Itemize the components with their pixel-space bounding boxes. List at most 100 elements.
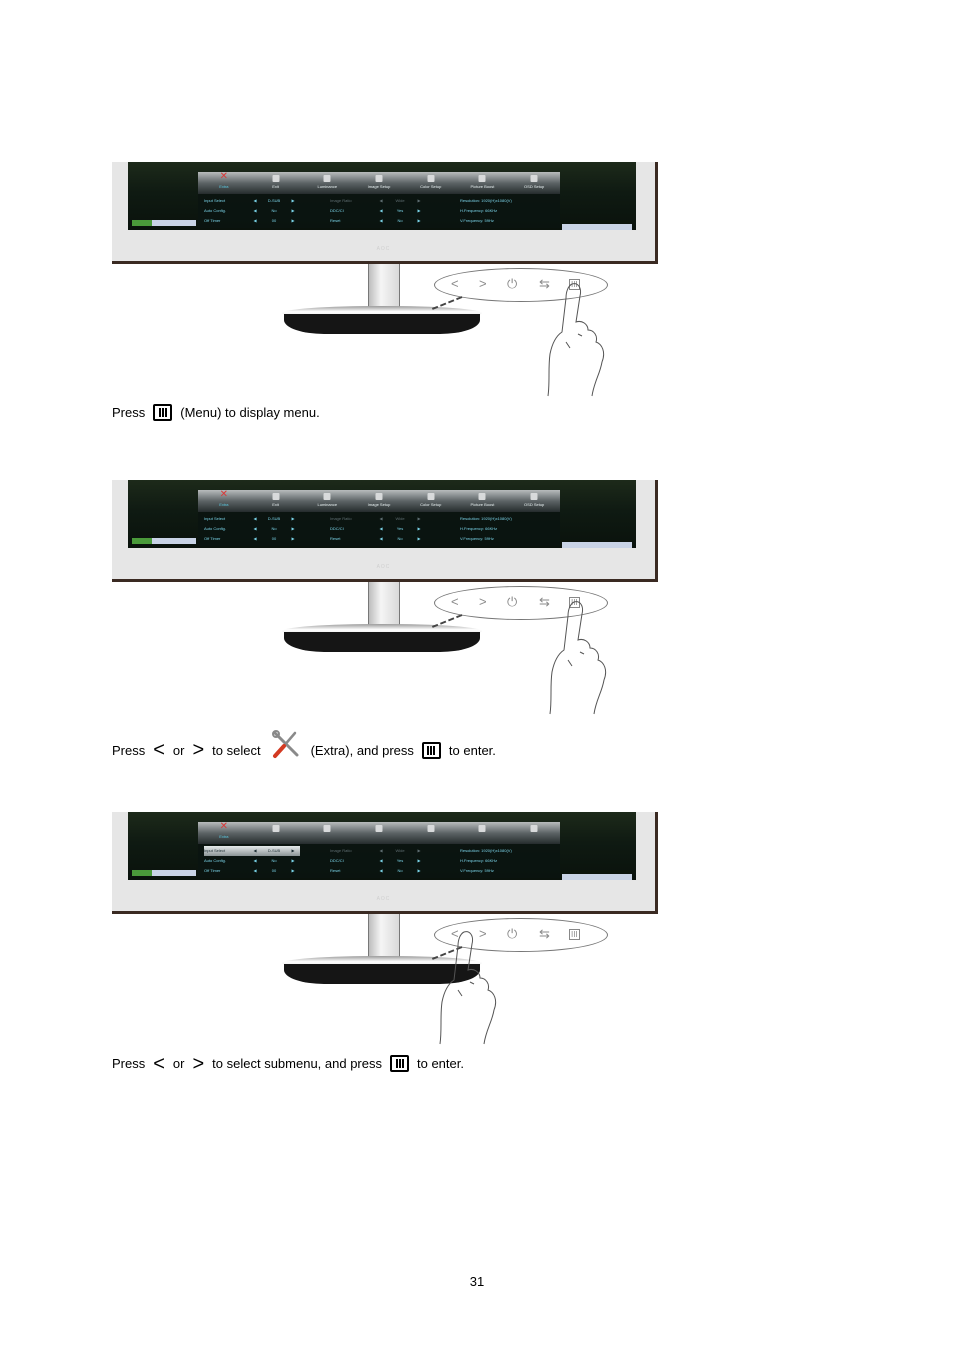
- extra-tools-icon: [271, 729, 301, 759]
- luminance-icon: [323, 825, 331, 832]
- osd-tab-exit: [250, 822, 302, 844]
- osd-row-ddc-ci: DDC/CI ◀ Yes ▶: [330, 858, 421, 863]
- color-setup-icon: [427, 175, 435, 182]
- step3-caption: Press < or > to select submenu, and pres…: [112, 1052, 464, 1075]
- osd-row-image-ratio: Image Ratio ◀ Wide ▶: [330, 848, 421, 853]
- osd-middle-column: Image Ratio ◀ Wide ▶ DDC/CI ◀ Yes ▶ Reset ◀ No ▶: [330, 196, 426, 228]
- source-button[interactable]: ⇆: [539, 926, 550, 942]
- chevron-right-icon: >: [192, 1052, 205, 1075]
- picture-boost-icon: [478, 493, 486, 500]
- osd-info-v-frequency: V.Frequency: 59Hz: [460, 868, 494, 873]
- osd-tab-picture-boost: [457, 822, 509, 844]
- image-setup-icon: [375, 825, 383, 832]
- osd-settings: Input Select ◀ D-SUB ▶ Auto Config. ◀ No ▶ Off…: [198, 514, 560, 546]
- right-button[interactable]: >: [479, 594, 487, 610]
- osd-row-ddc-ci: DDC/CI ◀ Yes ▶: [330, 208, 421, 213]
- osd-row-auto-config: Auto Config. ◀ No ▶: [204, 526, 295, 531]
- monitor-screen: ✕ Extra Input Select ◀ D-SUB ▶ Auto Config. ◀…: [128, 812, 636, 880]
- osd-row-off-timer: Off Timer ◀ 00 ▶: [204, 536, 295, 541]
- monitor-figure-2: ✕ Extra Exit Luminance Image Setup Color …: [112, 480, 658, 720]
- osd-tab-osd-setup: OSD Setup: [508, 172, 560, 194]
- osd-tab-luminance: Luminance: [301, 490, 353, 512]
- step2-caption: Press < or > to select (Extra), and pres…: [112, 730, 496, 765]
- step1-caption: Press (Menu) to display menu.: [112, 404, 320, 421]
- monitor-base: [284, 632, 480, 652]
- image-setup-icon: [375, 493, 383, 500]
- monitor-bezel: ✕ Extra Exit Luminance Image Setup Color …: [112, 480, 658, 582]
- picture-boost-icon: [478, 175, 486, 182]
- osd-info-resolution: Resolution: 1920(H)x1080(V): [460, 198, 512, 203]
- osd-row-reset: Reset ◀ No ▶: [330, 868, 421, 873]
- monitor-screen: ✕ Extra Exit Luminance Image Setup Color …: [128, 162, 636, 230]
- osd-tab-exit: Exit: [250, 172, 302, 194]
- menu-button-icon: [153, 404, 173, 421]
- start-button: [132, 538, 152, 544]
- chevron-right-icon: >: [192, 739, 205, 761]
- osd-row-input-select: Input Select ◀ D-SUB ▶: [204, 516, 295, 521]
- image-setup-icon: [375, 175, 383, 182]
- osd-info-resolution: Resolution: 1920(H)x1080(V): [460, 848, 512, 853]
- start-button: [132, 220, 152, 226]
- osd-setup-icon: [530, 825, 538, 832]
- osd-tab-image-setup: [353, 822, 405, 844]
- monitor-figure-1: ✕ Extra Exit Luminance Image Setup Color …: [112, 162, 658, 402]
- osd-tab-extra: ✕ Extra: [219, 489, 229, 508]
- exit-icon: [272, 825, 280, 832]
- menu-button[interactable]: III: [569, 929, 580, 940]
- color-setup-icon: [427, 825, 435, 832]
- osd-row-off-timer: Off Timer ◀ 00 ▶: [204, 868, 295, 873]
- osd-tab-osd-setup: [508, 822, 560, 844]
- exit-icon: [272, 493, 280, 500]
- osd-tab-exit: Exit: [250, 490, 302, 512]
- osd-info-column: Resolution: 1920(H)x1080(V) H.Frequency:…: [460, 846, 512, 878]
- osd-info-v-frequency: V.Frequency: 59Hz: [460, 536, 494, 541]
- page-number: 31: [469, 1274, 485, 1289]
- osd-setup-icon: [530, 175, 538, 182]
- osd-menu: ✕ Extra Exit Luminance Image Setup Color …: [198, 490, 560, 546]
- luminance-icon: [323, 175, 331, 182]
- osd-info-h-frequency: H.Frequency: 66KHz: [460, 858, 498, 863]
- left-button[interactable]: <: [451, 594, 459, 610]
- monitor-neck: [368, 914, 400, 962]
- osd-settings: Input Select ◀ D-SUB ▶ Auto Config. ◀ No ▶ Off…: [198, 846, 560, 878]
- osd-row-auto-config: Auto Config. ◀ No ▶: [204, 208, 295, 213]
- osd-menu: ✕ Extra Input Select ◀ D-SUB ▶ Auto Config. ◀…: [198, 822, 560, 878]
- osd-tab-color-setup: [405, 822, 457, 844]
- luminance-icon: [323, 493, 331, 500]
- menu-button-icon: [421, 741, 441, 759]
- osd-row-image-ratio: Image Ratio ◀ Wide ▶: [330, 516, 421, 521]
- osd-tab-bar: ✕ Extra: [198, 822, 560, 844]
- monitor-neck: [368, 582, 400, 630]
- pointing-hand-icon: [544, 600, 614, 715]
- extra-icon: ✕: [219, 821, 229, 832]
- osd-left-column: Input Select ◀ D-SUB ▶ Auto Config. ◀ No ▶ Off…: [204, 196, 300, 228]
- osd-tab-picture-boost: Picture Boost: [457, 172, 509, 194]
- pointing-hand-icon: [542, 282, 612, 397]
- monitor-screen: ✕ Extra Exit Luminance Image Setup Color …: [128, 480, 636, 548]
- osd-tab-bar: ✕ Extra Exit Luminance Image Setup Color …: [198, 490, 560, 512]
- osd-row-reset: Reset ◀ No ▶: [330, 218, 421, 223]
- extra-icon: ✕: [219, 489, 229, 500]
- taskbar-left: [132, 870, 196, 876]
- left-button[interactable]: <: [451, 276, 459, 292]
- menu-button-icon: [390, 1055, 409, 1072]
- osd-tab-extra: ✕ Extra: [219, 821, 229, 840]
- osd-menu: ✕ Extra Exit Luminance Image Setup Color …: [198, 172, 560, 228]
- osd-tab-picture-boost: Picture Boost: [457, 490, 509, 512]
- brand-logo: AOC: [376, 896, 391, 902]
- brand-logo: AOC: [376, 564, 391, 570]
- osd-left-column: Input Select ◀ D-SUB ▶ Auto Config. ◀ No ▶ Off…: [204, 846, 300, 878]
- right-button[interactable]: >: [479, 276, 487, 292]
- exit-icon: [272, 175, 280, 182]
- osd-row-input-select: Input Select ◀ D-SUB ▶: [204, 198, 295, 203]
- picture-boost-icon: [478, 825, 486, 832]
- power-button[interactable]: ⏻: [507, 276, 517, 292]
- osd-middle-column: Image Ratio ◀ Wide ▶ DDC/CI ◀ Yes ▶ Reset ◀ No ▶: [330, 514, 426, 546]
- osd-left-column: Input Select ◀ D-SUB ▶ Auto Config. ◀ No ▶ Off…: [204, 514, 300, 546]
- osd-tab-color-setup: Color Setup: [405, 490, 457, 512]
- brand-logo: AOC: [376, 246, 391, 252]
- power-button[interactable]: ⏻: [507, 594, 517, 610]
- extra-icon: ✕: [219, 171, 229, 182]
- power-button[interactable]: ⏻: [507, 926, 517, 942]
- monitor-bezel: ✕ Extra Input Select ◀ D-SUB ▶ Auto Config. ◀…: [112, 812, 658, 914]
